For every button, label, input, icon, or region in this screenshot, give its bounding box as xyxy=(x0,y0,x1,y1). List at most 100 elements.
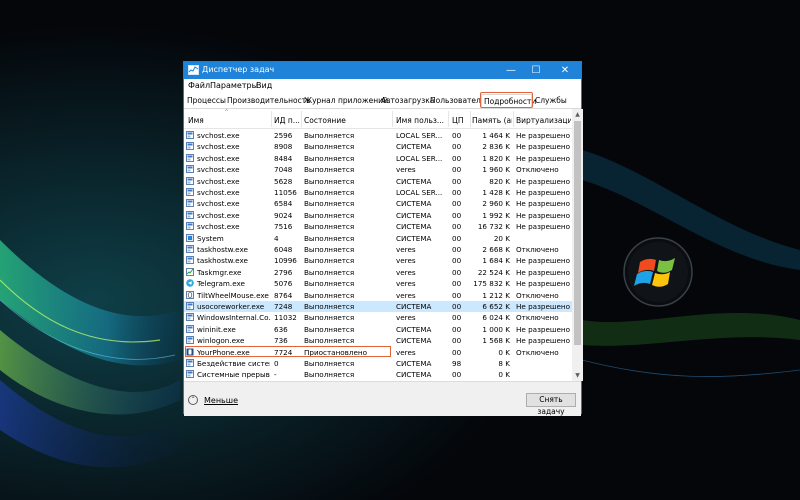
process-name: svchost.exe xyxy=(186,198,270,209)
process-cpu: 00 xyxy=(452,233,462,243)
column-header-memory[interactable]: Память (ак... xyxy=(472,116,512,125)
table-row[interactable]: Taskmgr.exe 2796 Выполняется veres 00 22 524 … xyxy=(184,267,572,278)
table-row[interactable]: YourPhone.exe 7724 Приостановлено veres 00 0 … xyxy=(184,347,572,358)
process-status: Выполняется xyxy=(304,131,355,140)
table-row[interactable]: taskhostw.exe 6048 Выполняется veres 00 2 668… xyxy=(184,244,572,255)
table-row[interactable]: wininit.exe 636 Выполняется СИСТЕМА 00 1 000 … xyxy=(184,324,572,335)
service-icon xyxy=(186,210,194,219)
table-row[interactable]: svchost.exe 6584 Выполняется СИСТЕМА 00 2 960… xyxy=(184,198,572,209)
table-row[interactable]: svchost.exe 7516 Выполняется СИСТЕМА 00 16 73… xyxy=(184,221,572,232)
table-row[interactable]: WindowsInternal.Co... 11032 Выполняется ver… xyxy=(184,312,572,323)
details-table: ^ Имя ИД п... Состояние Имя польз... ЦП … xyxy=(184,109,583,381)
tab-performance[interactable]: Производительность xyxy=(225,94,313,108)
column-divider[interactable] xyxy=(513,111,514,127)
table-row[interactable]: Telegram.exe 5076 Выполняется veres 00 175 83… xyxy=(184,278,572,289)
table-row[interactable]: Бездействие системы 0 Выполняется СИСТЕМА 98… xyxy=(184,358,572,369)
close-button[interactable]: ✕ xyxy=(553,62,577,79)
table-row[interactable]: svchost.exe 8908 Выполняется СИСТЕМА 00 2 836… xyxy=(184,141,572,152)
table-row[interactable]: Системные прерыв... - Выполняется СИСТЕМА 00… xyxy=(184,369,572,380)
process-name: usocoreworker.exe xyxy=(186,301,270,312)
process-memory: 1 428 K xyxy=(482,188,510,197)
tab-details[interactable]: Подробности xyxy=(481,94,536,108)
table-row[interactable]: System 4 Выполняется СИСТЕМА 00 20 K xyxy=(184,233,572,244)
process-virtualization: Не разрешено xyxy=(516,153,570,163)
process-pid: 11056 xyxy=(274,188,297,197)
service-icon xyxy=(186,199,194,208)
table-row[interactable]: TiltWheelMouse.exe 8764 Выполняется veres 00… xyxy=(184,290,572,301)
column-header-name[interactable]: Имя xyxy=(188,116,268,125)
column-divider[interactable] xyxy=(301,111,302,127)
service-icon xyxy=(186,131,194,139)
process-memory: 22 524 K xyxy=(477,267,510,277)
column-header-status[interactable]: Состояние xyxy=(304,116,392,125)
process-cpu: 00 xyxy=(452,336,462,346)
process-name-text: svchost.exe xyxy=(197,199,240,209)
chevron-up-icon[interactable]: ⌃ xyxy=(188,395,198,405)
process-pid: 6584 xyxy=(274,199,293,209)
table-row[interactable]: svchost.exe 2596 Выполняется LOCAL SER... 00… xyxy=(184,130,572,141)
column-header-virtualization[interactable]: Виртуализаци... xyxy=(516,116,571,125)
service-icon xyxy=(186,302,194,310)
table-row[interactable]: svchost.exe 7048 Выполняется veres 00 1 960 K… xyxy=(184,164,572,175)
process-pid: 0 xyxy=(274,359,279,368)
process-cpu: 00 xyxy=(452,210,462,220)
process-status: Выполняется xyxy=(304,324,355,334)
fewer-details-link[interactable]: Меньше xyxy=(204,396,238,405)
process-status: Выполняется xyxy=(304,188,355,197)
service-icon xyxy=(186,176,194,185)
process-pid: - xyxy=(274,370,277,380)
column-divider[interactable] xyxy=(470,111,471,127)
process-cpu: 00 xyxy=(452,153,462,163)
table-row[interactable]: usocoreworker.exe 7248 Выполняется СИСТЕМА 0… xyxy=(184,301,572,313)
process-memory: 1 000 K xyxy=(482,324,510,334)
title-bar[interactable]: Диспетчер задач — ☐ ✕ xyxy=(184,62,581,79)
table-row[interactable]: svchost.exe 5628 Выполняется СИСТЕМА 00 820 K… xyxy=(184,176,572,187)
process-user: СИСТЕМА xyxy=(396,176,432,186)
process-cpu: 00 xyxy=(452,176,462,186)
process-pid: 10996 xyxy=(274,256,297,266)
process-name-text: svchost.exe xyxy=(197,222,240,232)
system-icon xyxy=(186,233,194,242)
tab-users[interactable]: Пользователи xyxy=(428,94,488,108)
column-divider[interactable] xyxy=(271,111,272,127)
end-task-button[interactable]: Снять задачу xyxy=(526,393,576,416)
table-header: ^ Имя ИД п... Состояние Имя польз... ЦП … xyxy=(184,109,572,129)
process-name-text: svchost.exe xyxy=(197,142,240,152)
vertical-scrollbar[interactable]: ▲ ▼ xyxy=(572,109,583,381)
service-icon xyxy=(186,165,194,174)
process-pid: 2596 xyxy=(274,131,293,140)
menu-options[interactable]: Параметры xyxy=(210,81,258,90)
minimize-button[interactable]: — xyxy=(499,62,523,79)
scroll-down-icon[interactable]: ▼ xyxy=(572,372,583,379)
column-header-username[interactable]: Имя польз... xyxy=(396,116,446,125)
process-pid: 736 xyxy=(274,336,288,346)
table-row[interactable]: svchost.exe 8484 Выполняется LOCAL SER... 00… xyxy=(184,153,572,164)
tab-app-history[interactable]: Журнал приложений xyxy=(302,94,390,108)
column-divider[interactable] xyxy=(392,111,393,127)
menu-file[interactable]: Файл xyxy=(188,81,210,90)
process-status: Выполняется xyxy=(304,233,355,243)
process-name: taskhostw.exe xyxy=(186,244,270,255)
column-header-cpu[interactable]: ЦП xyxy=(452,116,470,125)
process-user: veres xyxy=(396,347,416,357)
column-header-pid[interactable]: ИД п... xyxy=(274,116,302,125)
process-memory: 1 820 K xyxy=(482,153,510,163)
process-name-text: Системные прерыв... xyxy=(197,370,270,380)
table-row[interactable]: winlogon.exe 736 Выполняется СИСТЕМА 00 1 568… xyxy=(184,335,572,346)
table-row[interactable]: svchost.exe 11056 Выполняется LOCAL SER... 0… xyxy=(184,187,572,198)
scrollbar-thumb[interactable] xyxy=(574,121,581,345)
process-user: veres xyxy=(396,267,416,277)
scroll-up-icon[interactable]: ▲ xyxy=(572,111,583,118)
process-status: Приостановлено xyxy=(304,347,368,357)
process-user: LOCAL SER... xyxy=(396,153,443,163)
table-row[interactable]: taskhostw.exe 10996 Выполняется veres 00 1 68… xyxy=(184,255,572,266)
menu-view[interactable]: Вид xyxy=(256,81,272,90)
table-row[interactable]: svchost.exe 9024 Выполняется СИСТЕМА 00 1 992… xyxy=(184,210,572,221)
column-divider[interactable] xyxy=(448,111,449,127)
service-icon xyxy=(186,153,194,162)
tab-services[interactable]: Службы xyxy=(533,94,569,108)
tab-processes[interactable]: Процессы xyxy=(185,94,228,108)
maximize-button[interactable]: ☐ xyxy=(524,62,548,79)
process-name-text: System xyxy=(197,233,224,243)
process-status: Выполняется xyxy=(304,165,355,175)
